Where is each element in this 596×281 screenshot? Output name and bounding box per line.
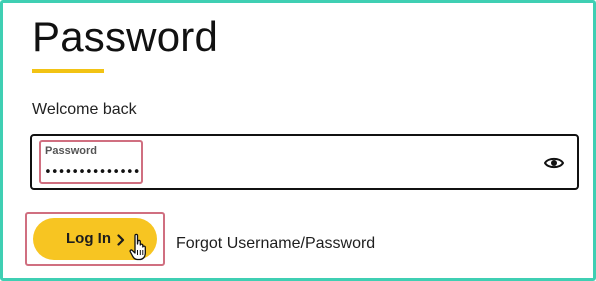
password-label: Password: [45, 145, 97, 157]
password-input[interactable]: [44, 163, 494, 181]
page-title: Password: [32, 13, 219, 60]
forgot-credentials-link[interactable]: Forgot Username/Password: [176, 235, 375, 253]
chevron-right-icon: [117, 234, 125, 246]
password-field[interactable]: Password: [30, 134, 579, 190]
login-panel: Password Welcome back Password Log In Fo…: [0, 0, 596, 281]
login-label: Log In: [66, 230, 111, 247]
eye-icon[interactable]: [544, 156, 564, 170]
hand-cursor-icon: [129, 233, 146, 261]
title-underline: [32, 69, 104, 73]
welcome-text: Welcome back: [32, 101, 137, 118]
